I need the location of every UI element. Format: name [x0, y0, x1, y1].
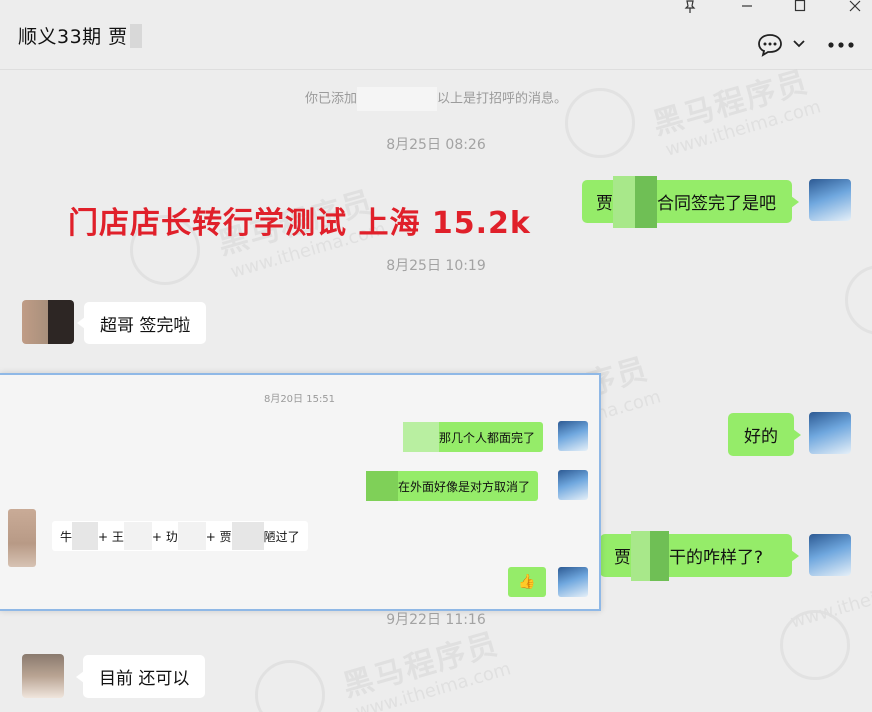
message-bubble-friend[interactable]: 超哥 签完啦 [76, 302, 207, 344]
inset-message-self: 👍 [508, 567, 546, 597]
inset-friend-avatar [8, 509, 36, 567]
message-text: 贾 [596, 194, 613, 214]
inset-message-text: 牛 [60, 529, 73, 544]
pin-icon[interactable] [683, 0, 697, 14]
message-blur [631, 530, 669, 581]
inset-message-text: + 贾 [205, 529, 232, 544]
message-blur [177, 522, 206, 550]
inset-message-self: 那几个人都面完了 [403, 422, 544, 452]
self-avatar[interactable] [809, 179, 851, 221]
message-blur [72, 522, 99, 550]
friend-avatar[interactable] [22, 300, 74, 344]
chevron-down-icon[interactable] [793, 40, 805, 48]
message-bubble-friend[interactable]: 目前 还可以 [75, 655, 206, 698]
message-text: 干的咋样了? [669, 548, 764, 568]
inset-message-text: 陋过了 [263, 529, 300, 544]
message-blur [123, 522, 152, 550]
message-text: 贾 [614, 548, 631, 568]
system-message: 你已添加 以上是打招呼的消息。 [0, 87, 872, 111]
timestamp: 9月22日 11:16 [386, 612, 486, 628]
inset-timestamp: 8月20日 15:51 [263, 394, 336, 405]
inset-self-avatar [558, 567, 588, 597]
message-bubble-self[interactable]: 贾 干的咋样了? [600, 530, 799, 581]
message-blur [403, 422, 439, 452]
chat-title-wrap: 顺义33期 贾 [18, 22, 142, 49]
message-bubble-self[interactable]: 好的 [728, 413, 801, 456]
inset-message-text: + 玏 [151, 529, 178, 544]
inset-message-self: 在外面好像是对方取消了 [366, 471, 539, 501]
inset-message-text: 在外面好像是对方取消了 [398, 479, 531, 494]
message-blur [613, 175, 657, 228]
system-message-blur [357, 87, 437, 111]
title-blur [129, 23, 142, 48]
system-message-right: 以上是打招呼的消息。 [437, 91, 568, 107]
watermark-en: www.itheima.com [353, 658, 514, 712]
chat-bubble-icon[interactable] [757, 33, 783, 57]
system-message-left: 你已添加 [304, 91, 357, 107]
message-text: 好的 [744, 427, 778, 447]
message-blur [231, 522, 264, 550]
self-avatar[interactable] [809, 412, 851, 454]
thumbs-up-icon: 👍 [518, 574, 536, 590]
maximize-icon[interactable] [793, 0, 807, 14]
inset-self-avatar [558, 421, 588, 451]
overlay-headline: 门店店长转行学测试 上海 15.2k [68, 206, 531, 241]
inset-self-avatar [558, 470, 588, 500]
self-avatar[interactable] [809, 534, 851, 576]
timestamp: 8月25日 10:19 [386, 258, 486, 274]
inset-message-friend: 牛 + 王 + 玏 + 贾 陋过了 [52, 521, 308, 551]
minimize-icon[interactable] [740, 0, 754, 14]
inset-message-text: 那几个人都面完了 [439, 430, 536, 445]
chat-title: 顺义33期 贾 [18, 26, 128, 48]
message-text: 超哥 签完啦 [100, 315, 191, 336]
chat-header: 顺义33期 贾 [0, 0, 872, 70]
close-icon[interactable] [848, 0, 862, 14]
inset-message-text: + 王 [98, 529, 124, 544]
watermark-logo-icon [255, 660, 325, 712]
inset-screenshot: 8月20日 15:51 那几个人都面完了 在外面好像是对方取消了 牛 + 王 +… [0, 373, 601, 611]
watermark-cn: 黑马程序员 [339, 626, 503, 705]
more-icon[interactable] [828, 42, 854, 48]
message-blur [366, 471, 398, 501]
timestamp: 8月25日 08:26 [386, 137, 486, 153]
friend-avatar[interactable] [22, 654, 64, 698]
watermark-logo-icon [845, 265, 872, 335]
message-bubble-self[interactable]: 贾 合同签完了是吧 [582, 175, 799, 228]
message-text: 合同签完了是吧 [657, 194, 776, 214]
message-text: 目前 还可以 [99, 669, 190, 689]
